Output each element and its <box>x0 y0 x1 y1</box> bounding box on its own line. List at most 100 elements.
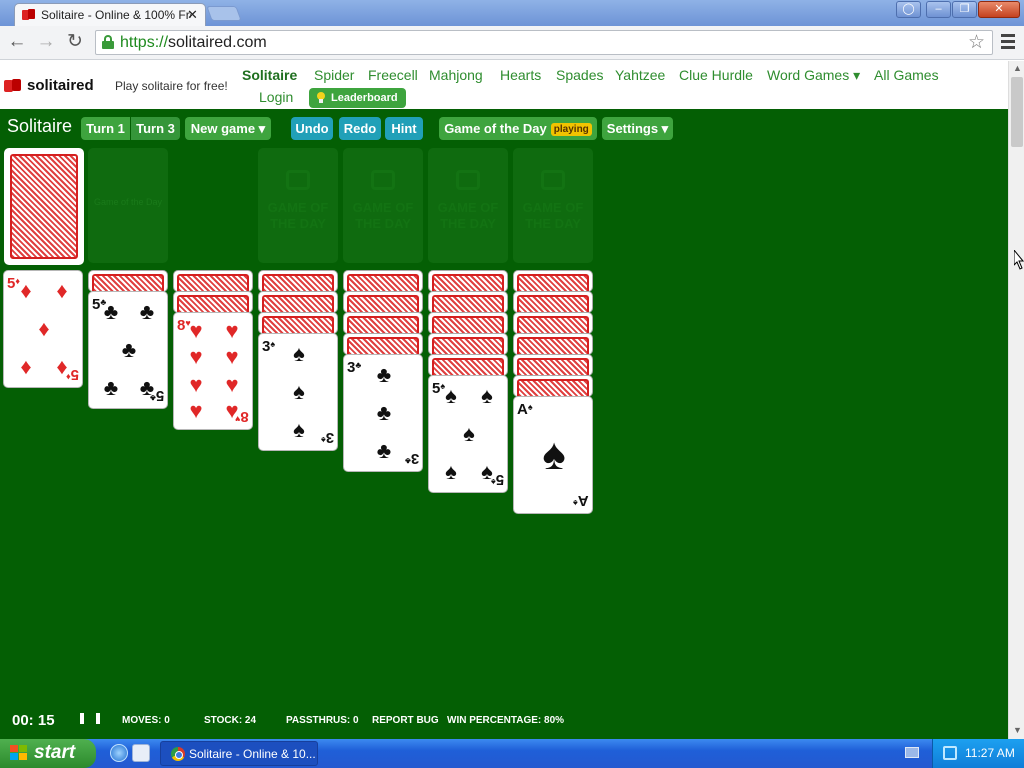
pause-icon[interactable] <box>80 713 102 725</box>
cards-watermark-icon <box>286 170 310 190</box>
page-scrollbar[interactable]: ▲ ▼ <box>1008 61 1024 739</box>
suit-pip-icon: ♦ <box>56 354 68 379</box>
face-down-card <box>513 354 593 376</box>
forward-arrow-icon[interactable]: → <box>35 31 57 53</box>
stock-counter: STOCK: 24 <box>204 715 257 726</box>
taskbar-chrome-window[interactable]: Solitaire - Online & 10... <box>160 741 318 766</box>
face-down-card <box>513 333 593 355</box>
face-down-card <box>513 291 593 313</box>
suit-pip-icon: ♠ <box>293 379 305 404</box>
maximize-button[interactable]: ❐ <box>952 1 977 18</box>
foundation-3[interactable]: GAME OF THE DAY <box>428 148 508 263</box>
suit-pip-icon: ♥ <box>189 318 203 343</box>
playing-card[interactable]: A♠ A♠ ♠ <box>513 396 593 514</box>
face-down-card <box>258 291 338 313</box>
suit-pip-icon: ♠ <box>481 459 493 484</box>
suit-pip-icon: ♠ <box>293 341 305 366</box>
report-bug-link[interactable]: REPORT BUG <box>372 715 439 726</box>
tab-title: Solitaire - Online & 100% Fre <box>41 8 191 22</box>
start-button[interactable]: start <box>0 739 96 768</box>
face-down-card <box>428 354 508 376</box>
suit-pip-icon: ♣ <box>376 438 392 463</box>
suit-pip-icon: ♠ <box>293 417 305 442</box>
keyboard-icon[interactable] <box>905 747 919 758</box>
suit-pip-icon: ♥ <box>189 344 203 369</box>
new-tab-button[interactable] <box>206 6 242 21</box>
face-down-card <box>513 312 593 334</box>
nav-all-games[interactable]: All Games <box>874 67 939 83</box>
scroll-thumb[interactable] <box>1011 77 1023 147</box>
nav-yahtzee[interactable]: Yahtzee <box>615 67 665 83</box>
playing-card[interactable]: 5♣ 5♣ ♣ ♣ ♣ ♣ ♣ <box>88 291 168 409</box>
url-text[interactable]: https://solitaired.com <box>120 34 267 52</box>
scroll-down-icon[interactable]: ▼ <box>1013 725 1022 735</box>
reload-icon[interactable]: ↻ <box>64 31 86 53</box>
nav-clue-hurdle[interactable]: Clue Hurdle <box>679 67 753 83</box>
suit-pip-icon: ♣ <box>103 375 119 400</box>
playing-card[interactable]: 8♥ 8♥ ♥ ♥ ♥ ♥ ♥ ♥ ♥ ♥ <box>173 312 253 430</box>
site-logo[interactable]: solitaired <box>4 77 94 94</box>
bookmark-star-icon[interactable]: ☆ <box>968 31 985 54</box>
show-desktop-icon[interactable] <box>132 744 150 762</box>
clock: 11:27 AM <box>965 746 1015 760</box>
game-of-the-day-button[interactable]: Game of the Day playing <box>439 117 597 140</box>
foundation-2[interactable]: GAME OF THE DAY <box>343 148 423 263</box>
browser-tab[interactable]: Solitaire - Online & 100% Fre ✕ <box>14 3 206 26</box>
new-game-button[interactable]: New game ▾ <box>185 117 271 140</box>
card-rank: A♠ <box>517 401 533 418</box>
foundation-1[interactable]: GAME OF THE DAY <box>258 148 338 263</box>
card-rank-inverted: A♠ <box>573 492 589 509</box>
face-down-card <box>173 291 253 313</box>
nav-spider[interactable]: Spider <box>314 67 354 83</box>
suit-pip-icon: ♠ <box>481 383 493 408</box>
turn-1-button[interactable]: Turn 1 <box>81 117 130 140</box>
internet-explorer-icon[interactable] <box>110 744 128 762</box>
close-window-button[interactable]: ✕ <box>978 1 1020 18</box>
suit-pip-icon: ♦ <box>56 278 68 303</box>
undo-button[interactable]: Undo <box>291 117 333 140</box>
nav-mahjong[interactable]: Mahjong <box>429 67 483 83</box>
tab-close-icon[interactable]: ✕ <box>187 7 198 23</box>
face-down-card <box>258 270 338 292</box>
nav-spades[interactable]: Spades <box>556 67 603 83</box>
profile-icon[interactable]: ◯ <box>896 1 921 18</box>
suit-pip-icon: ♦ <box>38 316 50 341</box>
card-rank: 3♠ <box>262 338 276 355</box>
playing-card[interactable]: 5♦ 5♦ ♦ ♦ ♦ ♦ ♦ <box>3 270 83 388</box>
card-rank-inverted: 3♣ <box>404 450 419 467</box>
system-tray: 11:27 AM <box>932 739 1024 768</box>
playing-card[interactable]: 5♠ 5♠ ♠ ♠ ♠ ♠ ♠ <box>428 375 508 493</box>
playing-card[interactable]: 3♠ 3♠ ♠ ♠ ♠ <box>258 333 338 451</box>
settings-button[interactable]: Settings ▾ <box>602 117 673 140</box>
nav-solitaire[interactable]: Solitaire <box>242 67 297 83</box>
suit-pip-icon: ♥ <box>225 398 239 423</box>
back-arrow-icon[interactable]: ← <box>6 31 28 53</box>
suit-pip-icon: ♣ <box>103 299 119 324</box>
chrome-menu-icon[interactable] <box>998 31 1018 53</box>
address-bar[interactable]: https://solitaired.com ☆ <box>95 30 993 55</box>
game-title: Solitaire <box>7 116 73 136</box>
lock-icon <box>102 35 114 49</box>
nav-hearts[interactable]: Hearts <box>500 67 541 83</box>
nav-freecell[interactable]: Freecell <box>368 67 418 83</box>
solitaire-favicon-icon <box>22 9 36 20</box>
cards-watermark-icon <box>371 170 395 190</box>
waste-pile[interactable]: Game of the Day <box>88 148 168 263</box>
turn-3-button[interactable]: Turn 3 <box>131 117 180 140</box>
windows-taskbar <box>0 739 1024 768</box>
card-rank-inverted: 3♠ <box>320 429 334 446</box>
stock-pile[interactable] <box>4 148 84 265</box>
hint-button[interactable]: Hint <box>385 117 423 140</box>
foundation-4[interactable]: GAME OF THE DAY <box>513 148 593 263</box>
network-icon[interactable] <box>943 746 957 760</box>
leaderboard-button[interactable]: Leaderboard <box>309 88 406 108</box>
minimize-button[interactable]: – <box>926 1 951 18</box>
nav-word-games[interactable]: Word Games ▾ <box>767 67 860 84</box>
suit-pip-icon: ♦ <box>20 278 32 303</box>
windows-flag-icon <box>10 745 28 762</box>
login-link[interactable]: Login <box>259 89 293 105</box>
scroll-up-icon[interactable]: ▲ <box>1013 63 1022 73</box>
playing-card[interactable]: 3♣ 3♣ ♣ ♣ ♣ <box>343 354 423 472</box>
suit-pip-icon: ♥ <box>225 318 239 343</box>
redo-button[interactable]: Redo <box>339 117 381 140</box>
